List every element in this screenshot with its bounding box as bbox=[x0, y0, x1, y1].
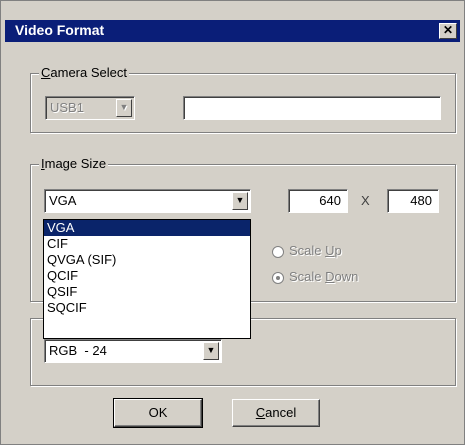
image-size-value: VGA bbox=[49, 193, 77, 208]
image-size-dropdown[interactable]: VGA ▼ bbox=[44, 189, 251, 213]
camera-name-field[interactable] bbox=[183, 96, 441, 120]
close-icon[interactable]: ✕ bbox=[439, 23, 457, 39]
scale-up-radio[interactable]: Scale Up bbox=[272, 243, 342, 258]
scale-down-radio[interactable]: Scale Down bbox=[272, 269, 358, 284]
list-item[interactable]: QCIF bbox=[44, 268, 250, 284]
cancel-button[interactable]: Cancel bbox=[232, 399, 320, 427]
camera-select-legend: Camera Select bbox=[39, 65, 129, 80]
list-item[interactable]: QSIF bbox=[44, 284, 250, 300]
color-format-value: RGB - 24 bbox=[49, 343, 107, 358]
chevron-down-icon[interactable]: ▼ bbox=[116, 99, 132, 117]
color-format-dropdown[interactable]: RGB - 24 ▼ bbox=[44, 339, 222, 363]
video-format-dialog: Video Format ✕ Camera Select USB1 ▼ Imag… bbox=[0, 0, 465, 445]
camera-device-dropdown[interactable]: USB1 ▼ bbox=[45, 96, 135, 120]
dialog-title: Video Format bbox=[15, 22, 105, 38]
title-bar[interactable]: Video Format ✕ bbox=[5, 20, 460, 42]
image-size-legend: Image Size bbox=[39, 156, 109, 171]
list-item[interactable]: SQCIF bbox=[44, 300, 250, 316]
list-item[interactable]: QVGA (SIF) bbox=[44, 252, 250, 268]
chevron-down-icon[interactable]: ▼ bbox=[232, 192, 248, 210]
chevron-down-icon[interactable]: ▼ bbox=[203, 342, 219, 360]
camera-select-group: Camera Select USB1 ▼ bbox=[30, 65, 456, 133]
height-field[interactable]: 480 bbox=[387, 189, 439, 213]
image-size-options-list[interactable]: VGA CIF QVGA (SIF) QCIF QSIF SQCIF bbox=[43, 219, 251, 339]
list-item[interactable]: VGA bbox=[44, 220, 250, 236]
radio-selected-icon bbox=[272, 271, 284, 284]
radio-icon bbox=[272, 245, 284, 258]
camera-device-value: USB1 bbox=[50, 100, 84, 115]
list-item[interactable]: CIF bbox=[44, 236, 250, 252]
ok-button[interactable]: OK bbox=[113, 398, 203, 428]
dimension-separator: X bbox=[361, 193, 370, 208]
width-field[interactable]: 640 bbox=[288, 189, 348, 213]
